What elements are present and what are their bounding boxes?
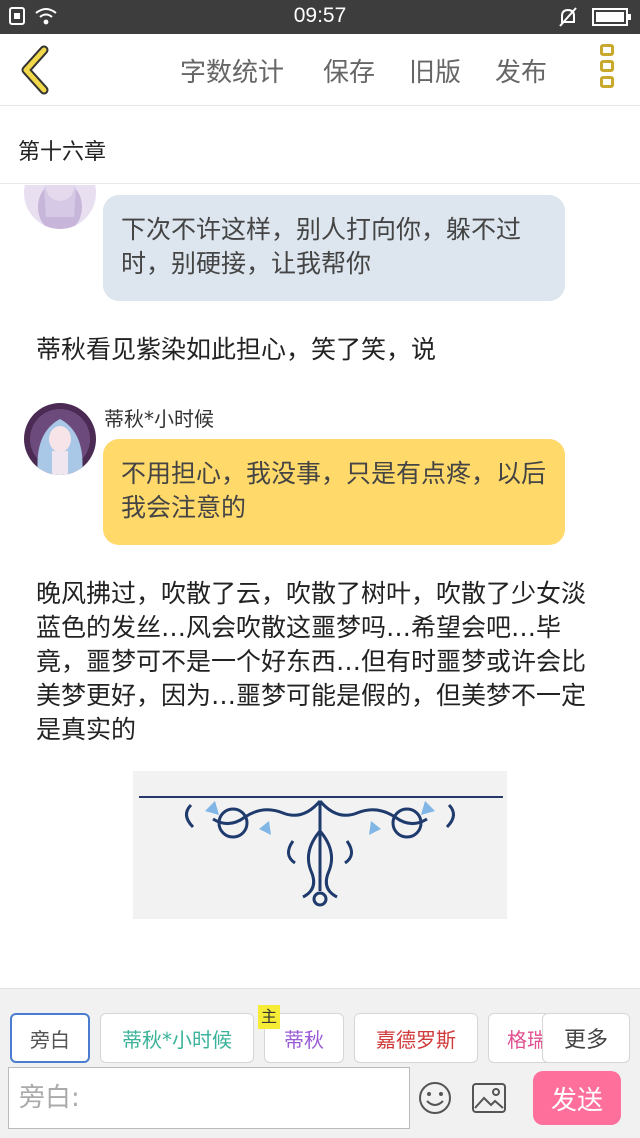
publish-button[interactable]: 发布	[495, 52, 547, 89]
menu-dot	[600, 60, 614, 72]
speaker-name: 蒂秋*小时候	[104, 407, 214, 431]
role-chip-tiqiu-young[interactable]: 蒂秋*小时候	[100, 1013, 254, 1063]
character-avatar-image	[24, 403, 96, 475]
image-icon	[472, 1083, 506, 1113]
top-toolbar: 字数统计 保存 旧版 发布	[0, 34, 640, 106]
more-menu-button[interactable]	[600, 44, 620, 96]
insert-image-button[interactable]	[472, 1083, 506, 1113]
emoji-button[interactable]	[418, 1081, 452, 1115]
save-button[interactable]: 保存	[323, 52, 375, 89]
battery-icon	[592, 8, 631, 26]
chapter-header[interactable]: 第十六章	[0, 106, 640, 184]
mute-bell-icon	[559, 7, 577, 27]
narration-text[interactable]: 晚风拂过，吹散了云，吹散了树叶，吹散了少女淡蓝色的发丝…风会吹散这噩梦吗…希望会…	[36, 577, 606, 747]
avatar[interactable]	[24, 403, 96, 475]
message-input-box[interactable]	[8, 1067, 410, 1129]
story-content[interactable]: 下次不许这样，别人打向你，躲不过时，别硬接，让我帮你 蒂秋看见紫染如此担心，笑了…	[0, 185, 640, 988]
more-roles-button[interactable]: 更多	[542, 1013, 630, 1063]
status-right-icons	[558, 6, 632, 28]
avatar[interactable]	[24, 185, 96, 229]
dialogue-bubble[interactable]: 不用担心，我没事，只是有点疼，以后我会注意的	[103, 439, 565, 545]
menu-dot	[600, 76, 614, 88]
narration-text[interactable]: 蒂秋看见紫染如此担心，笑了笑，说	[36, 333, 616, 367]
menu-dot	[600, 44, 614, 56]
status-bar: 09:57	[0, 0, 640, 34]
main-role-badge: 主	[258, 1005, 280, 1029]
word-count-button[interactable]: 字数统计	[180, 52, 284, 89]
role-chip-narration[interactable]: 旁白	[10, 1013, 90, 1063]
smiley-icon	[419, 1082, 451, 1114]
old-version-button[interactable]: 旧版	[409, 52, 461, 89]
chapter-title: 第十六章	[18, 140, 107, 165]
chevron-left-icon	[21, 45, 49, 95]
decorative-flourish-image	[139, 796, 503, 907]
dialogue-bubble[interactable]: 下次不许这样，别人打向你，躲不过时，别硬接，让我帮你	[103, 195, 565, 301]
message-input[interactable]	[9, 1068, 409, 1128]
character-avatar-image	[24, 185, 96, 229]
role-selector-bar: 旁白 蒂秋*小时候 蒂秋 主 嘉德罗斯 格瑞 更多 发送	[0, 988, 640, 1138]
status-time: 09:57	[293, 4, 347, 27]
ornament-image[interactable]	[133, 771, 507, 919]
send-button[interactable]: 发送	[533, 1071, 621, 1125]
back-button[interactable]	[14, 44, 58, 96]
role-chip-jiadeluosi[interactable]: 嘉德罗斯	[354, 1013, 478, 1063]
